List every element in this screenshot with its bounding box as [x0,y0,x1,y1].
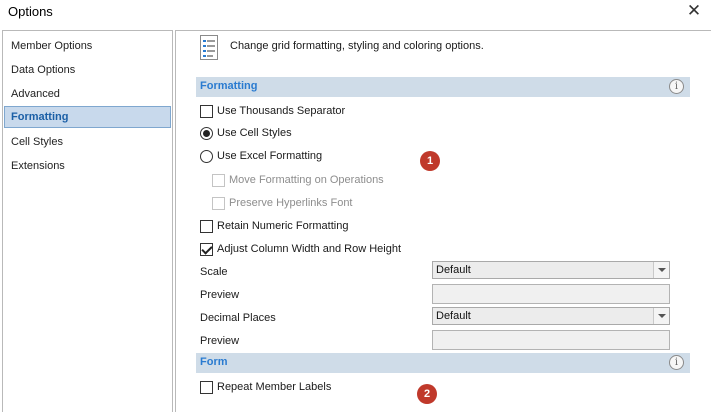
sidebar-item-advanced[interactable]: Advanced [4,83,171,105]
chevron-down-icon[interactable] [653,308,669,324]
section-title: Form [200,356,228,368]
checkbox-label: Adjust Column Width and Row Height [217,243,402,255]
sidebar-item-label: Formatting [11,111,69,123]
radio-label: Use Excel Formatting [217,150,323,162]
radio-button[interactable] [200,126,213,140]
sidebar-item-formatting[interactable]: Formatting [4,106,171,128]
sidebar-item-label: Cell Styles [11,136,63,148]
scale-dropdown[interactable]: Default [432,261,670,279]
sidebar-item-label: Data Options [11,64,76,76]
info-icon[interactable]: i [669,355,684,370]
sidebar-item-extensions[interactable]: Extensions [4,155,171,177]
sidebar-item-label: Advanced [11,88,60,100]
sidebar-item-cell-styles[interactable]: Cell Styles [4,131,171,153]
checkbox-label: Retain Numeric Formatting [217,220,349,232]
window-title: Options [8,4,53,19]
checkbox-label: Move Formatting on Operations [229,174,384,186]
preserve-hyperlinks-checkbox: Preserve Hyperlinks Font [212,195,353,211]
formatting-section-header: Formatting i [196,77,690,97]
decimal-places-value: Default [436,310,471,322]
use-thousands-separator-checkbox[interactable]: Use Thousands Separator [200,103,345,119]
repeat-member-labels-checkbox[interactable]: Repeat Member Labels [200,379,331,395]
checkbox-box[interactable] [200,242,213,256]
sidebar-item-label: Extensions [11,160,65,172]
scale-preview-field [432,284,670,304]
decimal-preview-field [432,330,670,350]
scale-preview-label: Preview [200,289,240,301]
sidebar-item-member-options[interactable]: Member Options [4,35,171,57]
checkbox-box [212,196,225,210]
checkbox-label: Use Thousands Separator [217,105,346,117]
checkbox-box [212,173,225,187]
checkbox-box[interactable] [200,104,213,118]
decimal-places-dropdown[interactable]: Default [432,307,670,325]
section-title: Formatting [200,80,258,92]
options-document-icon [200,35,218,60]
radio-button[interactable] [200,149,213,163]
radio-label: Use Cell Styles [217,127,292,139]
annotation-badge-1: 1 [420,151,440,171]
sidebar-item-data-options[interactable]: Data Options [4,59,171,81]
use-cell-styles-radio[interactable]: Use Cell Styles [200,125,292,141]
scale-value: Default [436,264,471,276]
scale-label: Scale [200,266,228,278]
checkbox-label: Repeat Member Labels [217,381,332,393]
header-description: Change grid formatting, styling and colo… [230,40,484,52]
info-icon[interactable]: i [669,79,684,94]
decimal-places-label: Decimal Places [200,312,276,324]
checkbox-label: Preserve Hyperlinks Font [229,197,353,209]
move-formatting-checkbox: Move Formatting on Operations [212,172,384,188]
adjust-column-width-checkbox[interactable]: Adjust Column Width and Row Height [200,241,401,257]
form-section-header: Form i [196,353,690,373]
sidebar-item-label: Member Options [11,40,93,52]
chevron-down-icon[interactable] [653,262,669,278]
window-titlebar: Options ✕ [0,0,711,24]
sidebar: Member Options Data Options Advanced For… [2,30,173,412]
retain-numeric-formatting-checkbox[interactable]: Retain Numeric Formatting [200,218,348,234]
use-excel-formatting-radio[interactable]: Use Excel Formatting [200,148,322,164]
annotation-badge-2: 2 [417,384,437,404]
decimal-preview-label: Preview [200,335,240,347]
checkbox-box[interactable] [200,380,213,394]
close-icon[interactable]: ✕ [683,1,705,21]
checkbox-box[interactable] [200,219,213,233]
